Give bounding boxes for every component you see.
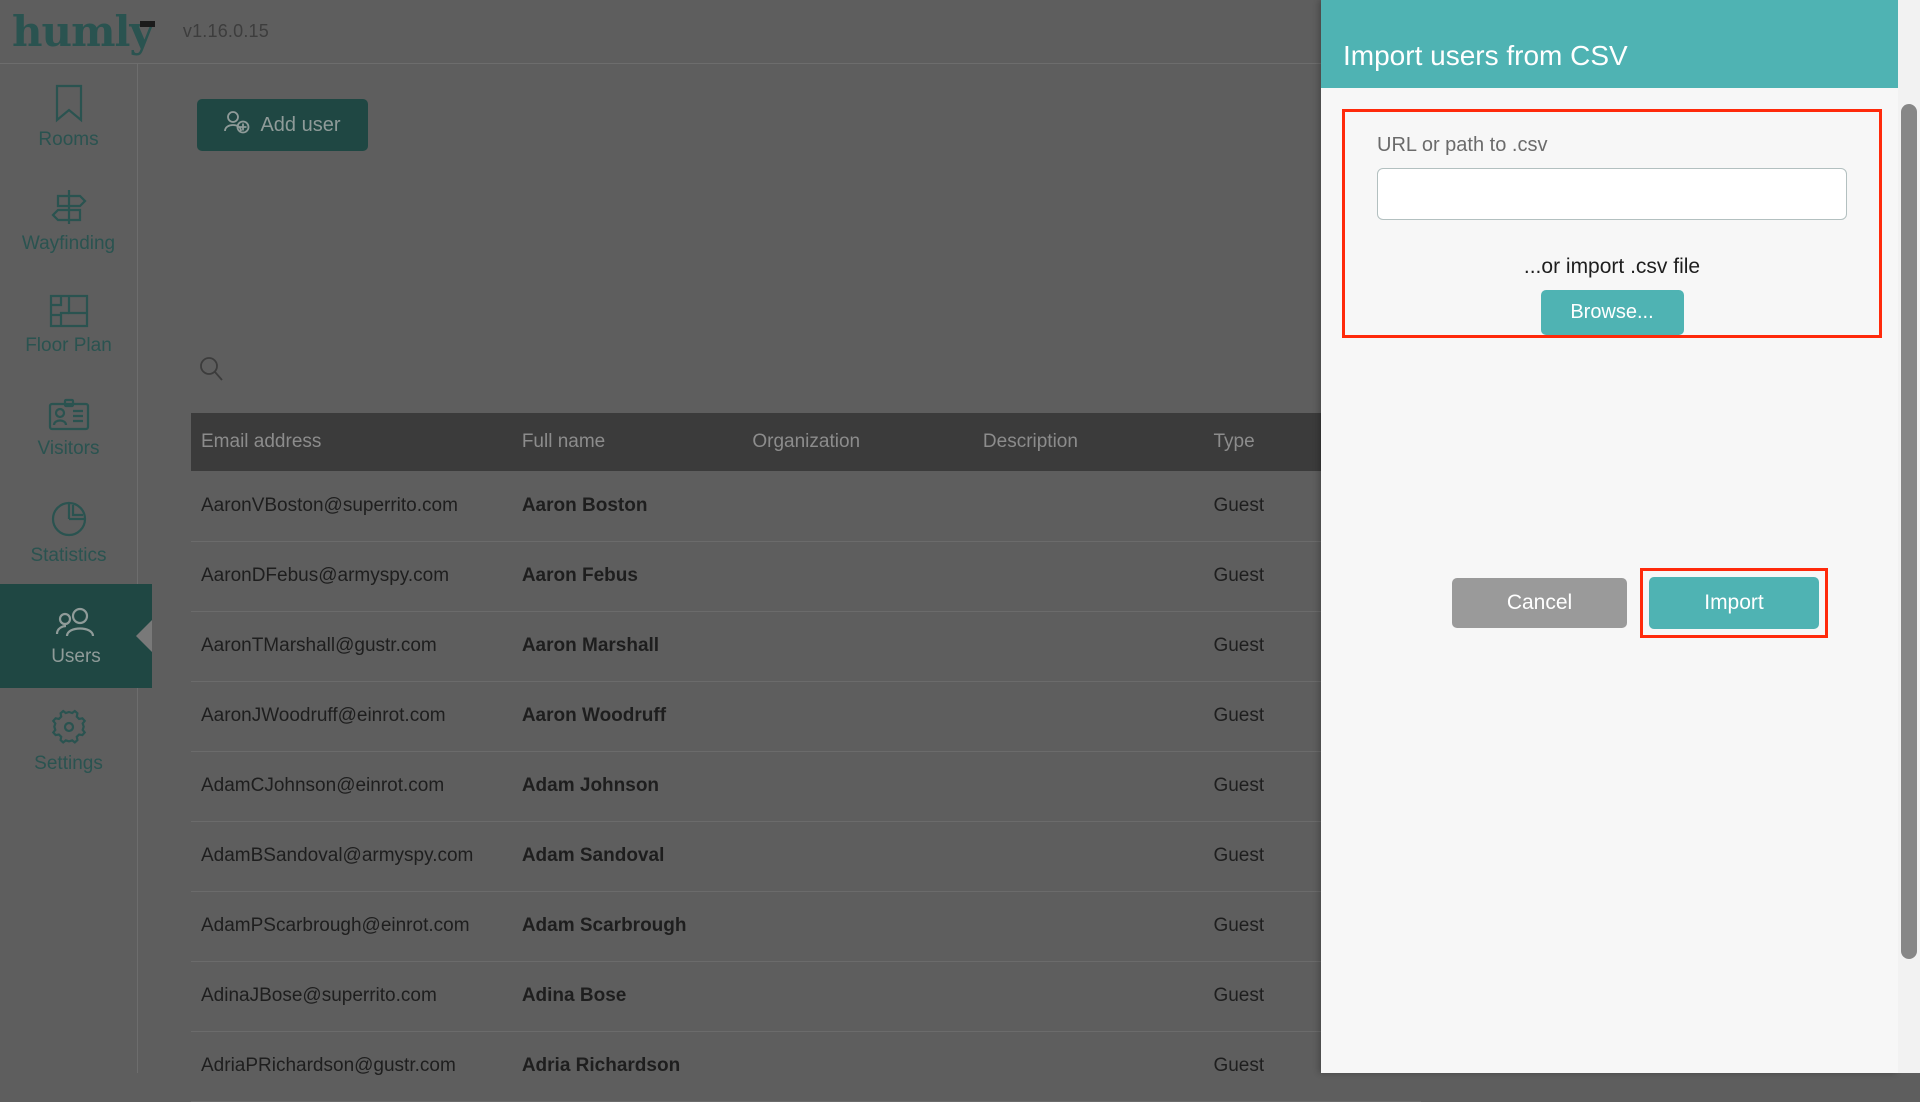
cell-email: AdriaPRichardson@gustr.com — [191, 1031, 512, 1101]
add-user-button[interactable]: Add user — [197, 99, 368, 151]
users-icon — [54, 606, 98, 640]
cell-description — [973, 611, 1204, 681]
cell-email: AdamPScarbrough@einrot.com — [191, 891, 512, 961]
column-header-email[interactable]: Email address — [191, 413, 512, 471]
csv-url-input[interactable] — [1377, 168, 1847, 220]
csv-or-text: ...or import .csv file — [1377, 255, 1847, 279]
search-icon[interactable] — [197, 355, 225, 388]
cell-organization — [742, 471, 973, 541]
column-header-organization[interactable]: Organization — [742, 413, 973, 471]
cell-description — [973, 961, 1204, 1031]
cell-description — [973, 821, 1204, 891]
cell-full-name: Adria Richardson — [512, 1031, 743, 1101]
sidebar-item-rooms[interactable]: Rooms — [0, 64, 137, 168]
users-table-header: Email address Full name Organization Des… — [191, 413, 1421, 471]
table-row[interactable]: AaronDFebus@armyspy.comAaron FebusGuest — [191, 541, 1421, 611]
bookmark-icon — [51, 83, 87, 123]
cell-description — [973, 681, 1204, 751]
signpost-icon — [47, 187, 91, 227]
dialog-actions: Cancel Import — [1321, 568, 1898, 638]
import-highlight-box: Import — [1640, 568, 1828, 638]
table-row[interactable]: AdamBSandoval@armyspy.comAdam SandovalGu… — [191, 821, 1421, 891]
add-user-icon — [224, 110, 250, 140]
sidebar-item-label: Wayfinding — [22, 234, 115, 253]
cell-description — [973, 1031, 1204, 1101]
sidebar-item-label: Statistics — [30, 546, 106, 565]
cell-organization — [742, 821, 973, 891]
cell-full-name: Adam Johnson — [512, 751, 743, 821]
cancel-button[interactable]: Cancel — [1452, 578, 1627, 628]
cell-description — [973, 541, 1204, 611]
cell-description — [973, 751, 1204, 821]
cell-full-name: Aaron Marshall — [512, 611, 743, 681]
cell-full-name: Adina Bose — [512, 961, 743, 1031]
csv-url-label: URL or path to .csv — [1377, 134, 1847, 157]
users-table-body: AaronVBoston@superrito.comAaron BostonGu… — [191, 471, 1421, 1101]
cell-full-name: Aaron Boston — [512, 471, 743, 541]
cell-email: AdamCJohnson@einrot.com — [191, 751, 512, 821]
table-row[interactable]: AdamCJohnson@einrot.comAdam JohnsonGuest — [191, 751, 1421, 821]
gear-icon — [49, 707, 89, 747]
import-csv-dialog: Import users from CSV URL or path to .cs… — [1321, 0, 1898, 1073]
cell-full-name: Adam Sandoval — [512, 821, 743, 891]
cell-email: AdamBSandoval@armyspy.com — [191, 821, 512, 891]
pie-chart-icon — [49, 499, 89, 539]
cell-organization — [742, 681, 973, 751]
cell-full-name: Adam Scarbrough — [512, 891, 743, 961]
page-scrollbar-thumb[interactable] — [1901, 104, 1917, 959]
sidebar-item-label: Rooms — [38, 130, 98, 149]
cell-description — [973, 891, 1204, 961]
column-header-full-name[interactable]: Full name — [512, 413, 743, 471]
table-row[interactable]: AdriaPRichardson@gustr.comAdria Richards… — [191, 1031, 1421, 1101]
dialog-header: Import users from CSV — [1321, 0, 1898, 88]
add-user-label: Add user — [260, 114, 340, 137]
cell-email: AaronDFebus@armyspy.com — [191, 541, 512, 611]
sidebar-item-users[interactable]: Users — [0, 584, 152, 688]
sidebar-item-label: Settings — [34, 754, 103, 773]
version-label: v1.16.0.15 — [183, 21, 269, 42]
table-row[interactable]: AdinaJBose@superrito.comAdina BoseGuest — [191, 961, 1421, 1031]
browse-button[interactable]: Browse... — [1541, 290, 1684, 335]
cell-organization — [742, 611, 973, 681]
table-row[interactable]: AaronJWoodruff@einrot.comAaron WoodruffG… — [191, 681, 1421, 751]
id-badge-icon — [47, 398, 91, 432]
cell-organization — [742, 1031, 973, 1101]
cell-email: AaronJWoodruff@einrot.com — [191, 681, 512, 751]
humly-logo[interactable]: humly — [12, 11, 153, 53]
sidebar-item-floor-plan[interactable]: Floor Plan — [0, 272, 137, 376]
cell-email: AdinaJBose@superrito.com — [191, 961, 512, 1031]
page-scrollbar-track[interactable] — [1898, 0, 1920, 1073]
logo-text: humly — [12, 7, 153, 56]
table-row[interactable]: AaronTMarshall@gustr.comAaron MarshallGu… — [191, 611, 1421, 681]
dialog-title: Import users from CSV — [1343, 40, 1628, 72]
search-input[interactable] — [197, 350, 397, 392]
import-button[interactable]: Import — [1649, 577, 1819, 629]
sidebar-item-label: Visitors — [38, 439, 100, 458]
table-row[interactable]: AdamPScarbrough@einrot.comAdam Scarbroug… — [191, 891, 1421, 961]
cell-organization — [742, 541, 973, 611]
cell-full-name: Aaron Febus — [512, 541, 743, 611]
sidebar-item-visitors[interactable]: Visitors — [0, 376, 137, 480]
sidebar-item-statistics[interactable]: Statistics — [0, 480, 137, 584]
logo-tick-icon — [140, 21, 155, 27]
cell-description — [973, 471, 1204, 541]
sidebar-item-wayfinding[interactable]: Wayfinding — [0, 168, 137, 272]
sidebar-item-label: Users — [51, 647, 101, 666]
table-row[interactable]: AaronVBoston@superrito.comAaron BostonGu… — [191, 471, 1421, 541]
cell-email: AaronTMarshall@gustr.com — [191, 611, 512, 681]
sidebar: Rooms Wayfinding — [0, 64, 138, 1073]
sidebar-item-settings[interactable]: Settings — [0, 688, 137, 792]
cell-organization — [742, 961, 973, 1031]
users-table: Email address Full name Organization Des… — [191, 413, 1421, 1102]
cell-full-name: Aaron Woodruff — [512, 681, 743, 751]
sidebar-item-label: Floor Plan — [25, 336, 112, 355]
table-header-row: Email address Full name Organization Des… — [191, 413, 1421, 471]
column-header-description[interactable]: Description — [973, 413, 1204, 471]
cell-organization — [742, 751, 973, 821]
floorplan-icon — [48, 293, 90, 329]
cell-organization — [742, 891, 973, 961]
cell-email: AaronVBoston@superrito.com — [191, 471, 512, 541]
csv-source-highlight-box: URL or path to .csv ...or import .csv fi… — [1342, 109, 1882, 338]
